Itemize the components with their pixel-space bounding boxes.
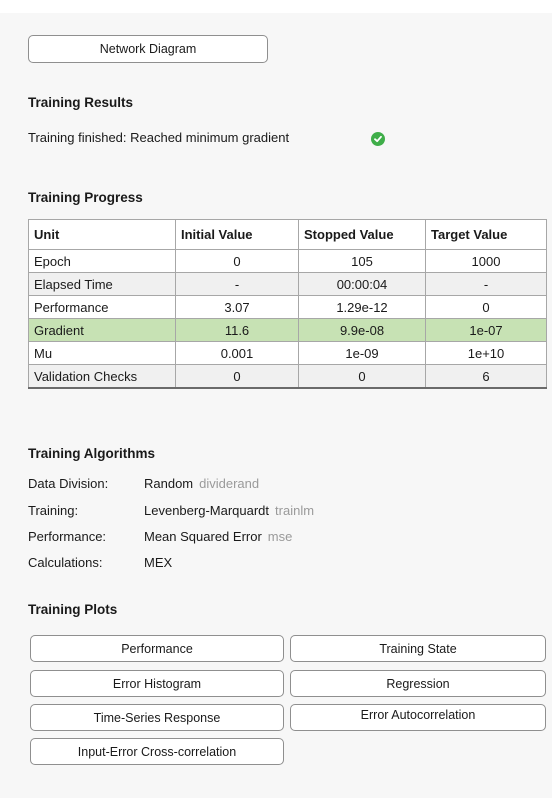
- stopped-value-cell: 105: [298, 249, 426, 273]
- initial-value-cell: 0.001: [175, 341, 299, 365]
- unit-cell: Validation Checks: [28, 364, 176, 389]
- initial-value-cell: 0: [175, 249, 299, 273]
- unit-cell: Mu: [28, 341, 176, 365]
- regression-plot-button[interactable]: Regression: [290, 670, 546, 697]
- column-header-initial-value: Initial Value: [175, 219, 299, 250]
- target-value-cell: 1e+10: [425, 341, 547, 365]
- table-row-elapsed-time: Elapsed Time - 00:00:04 -: [28, 272, 547, 296]
- table-row-gradient: Gradient 11.6 9.9e-08 1e-07: [28, 318, 547, 342]
- unit-cell: Elapsed Time: [28, 272, 176, 296]
- column-header-unit: Unit: [28, 219, 176, 250]
- algorithm-value: Levenberg-Marquardt: [144, 503, 270, 518]
- table-row-mu: Mu 0.001 1e-09 1e+10: [28, 341, 547, 365]
- target-value-cell: 0: [425, 295, 547, 319]
- target-value-cell: 6: [425, 364, 547, 389]
- unit-cell: Gradient: [28, 318, 176, 342]
- check-circle-icon: [371, 132, 385, 146]
- target-value-cell: 1e-07: [425, 318, 547, 342]
- algorithm-label: Performance:: [28, 529, 107, 544]
- stopped-value-cell: 0: [298, 364, 426, 389]
- initial-value-cell: 0: [175, 364, 299, 389]
- algorithm-function: mse: [267, 529, 293, 544]
- training-algorithms-heading: Training Algorithms: [28, 446, 156, 461]
- training-progress-table: Unit Initial Value Stopped Value Target …: [28, 219, 547, 389]
- algorithm-value: MEX: [144, 555, 173, 570]
- unit-cell: Epoch: [28, 249, 176, 273]
- target-value-cell: -: [425, 272, 547, 296]
- table-header-row: Unit Initial Value Stopped Value Target …: [28, 219, 547, 250]
- training-plots-heading: Training Plots: [28, 602, 118, 617]
- performance-plot-button[interactable]: Performance: [30, 635, 284, 662]
- algorithm-function: dividerand: [199, 476, 260, 491]
- error-histogram-plot-button[interactable]: Error Histogram: [30, 670, 284, 697]
- initial-value-cell: -: [175, 272, 299, 296]
- algorithm-value: Mean Squared Error: [144, 529, 262, 544]
- initial-value-cell: 3.07: [175, 295, 299, 319]
- algorithm-label: Calculations:: [28, 555, 103, 570]
- table-row-epoch: Epoch 0 105 1000: [28, 249, 547, 273]
- table-row-performance: Performance 3.07 1.29e-12 0: [28, 295, 547, 319]
- training-progress-heading: Training Progress: [28, 190, 143, 205]
- error-autocorrelation-plot-button[interactable]: Error Autocorrelation: [290, 704, 546, 731]
- unit-cell: Performance: [28, 295, 176, 319]
- algorithm-value: Random: [144, 476, 194, 491]
- stopped-value-cell: 9.9e-08: [298, 318, 426, 342]
- stopped-value-cell: 1e-09: [298, 341, 426, 365]
- training-status-text: Training finished: Reached minimum gradi…: [28, 130, 290, 145]
- time-series-response-plot-button[interactable]: Time-Series Response: [30, 704, 284, 731]
- algorithm-label: Data Division:: [28, 476, 109, 491]
- stopped-value-cell: 1.29e-12: [298, 295, 426, 319]
- algorithm-label: Training:: [28, 503, 79, 518]
- stopped-value-cell: 00:00:04: [298, 272, 426, 296]
- training-results-heading: Training Results: [28, 95, 134, 110]
- network-diagram-button[interactable]: Network Diagram: [28, 35, 268, 63]
- target-value-cell: 1000: [425, 249, 547, 273]
- column-header-target-value: Target Value: [425, 219, 547, 250]
- initial-value-cell: 11.6: [175, 318, 299, 342]
- table-row-validation-checks: Validation Checks 0 0 6: [28, 364, 547, 389]
- input-error-crosscorrelation-plot-button[interactable]: Input-Error Cross-correlation: [30, 738, 284, 765]
- training-state-plot-button[interactable]: Training State: [290, 635, 546, 662]
- top-strip: [0, 0, 552, 13]
- column-header-stopped-value: Stopped Value: [298, 219, 426, 250]
- algorithm-function: trainlm: [275, 503, 315, 518]
